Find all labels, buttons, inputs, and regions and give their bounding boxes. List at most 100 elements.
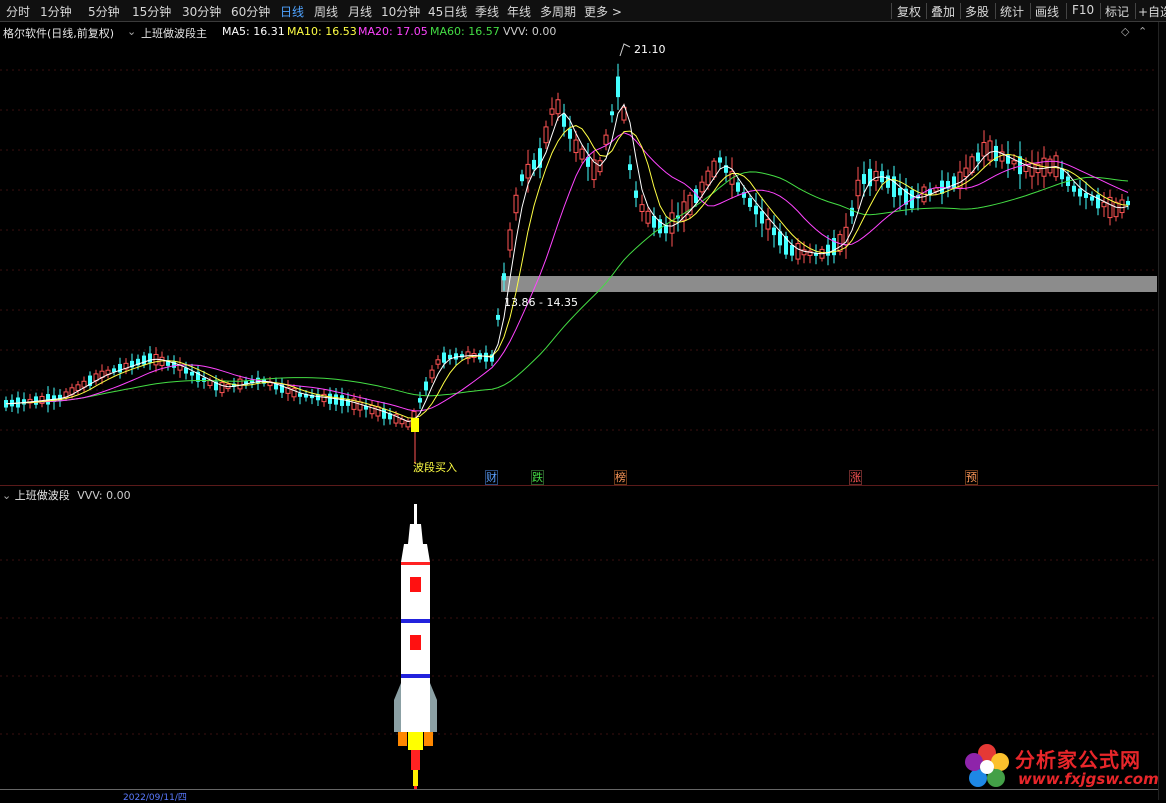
toolbar-divider <box>926 3 927 19</box>
period-tab-quarterly[interactable]: 季线 <box>475 3 499 20</box>
candle-body <box>765 219 771 230</box>
ma60-readout: MA60: 16.57 <box>430 25 500 38</box>
candle-body <box>748 198 752 207</box>
candle-body <box>405 420 411 428</box>
period-tab-weekly[interactable]: 周线 <box>314 3 338 20</box>
candle-body <box>555 99 561 115</box>
period-tab-15min[interactable]: 15分钟 <box>132 3 171 20</box>
candle-body <box>543 126 549 144</box>
candle-body <box>855 179 861 197</box>
toolbar-divider <box>1135 3 1136 19</box>
diamond-icon[interactable]: ◇ <box>1121 25 1129 38</box>
more-menu-button[interactable]: 更多 > <box>584 3 622 20</box>
candlestick-chart[interactable]: 21.10 13.86 - 14.35 波段买入 <box>0 40 1158 484</box>
candle-body <box>328 393 332 404</box>
f10-button[interactable]: F10 <box>1072 3 1094 17</box>
period-tab-30min[interactable]: 30分钟 <box>182 3 221 20</box>
flower-logo-icon <box>965 744 1009 787</box>
candle-body <box>873 170 879 182</box>
sub-indicator-name[interactable]: 上班做波段 <box>15 489 70 502</box>
candle-body <box>190 371 194 376</box>
candle-body <box>760 211 764 224</box>
candle-body <box>669 212 675 234</box>
candle-body <box>513 194 519 214</box>
toolbar-divider <box>960 3 961 19</box>
panel-divider[interactable] <box>0 485 1158 486</box>
event-marker-fall[interactable]: 跌 <box>529 470 546 485</box>
right-scrollbar[interactable] <box>1158 22 1166 800</box>
candle-body <box>1084 193 1088 198</box>
candle-body <box>976 152 980 162</box>
overlay-button[interactable]: 叠加 <box>931 3 955 20</box>
candle-body <box>496 314 500 320</box>
indicator-dropdown-icon[interactable]: ⌄ <box>127 25 136 38</box>
ma20-readout: MA20: 17.05 <box>358 25 428 38</box>
candle-body <box>963 167 969 178</box>
period-tab-10min[interactable]: 10分钟 <box>381 3 420 20</box>
candle-body <box>532 159 536 170</box>
toolbar-divider <box>1066 3 1067 19</box>
event-label: 跌 <box>531 470 544 485</box>
candle-body <box>369 404 375 415</box>
period-tab-60min[interactable]: 60分钟 <box>231 3 270 20</box>
candle-body <box>754 205 758 215</box>
add-favorite-button[interactable]: +自选 <box>1138 3 1166 20</box>
period-tab-1min[interactable]: 1分钟 <box>40 3 72 20</box>
candle-body <box>340 395 344 406</box>
event-marker-forecast[interactable]: 预 <box>963 470 980 485</box>
candle-body <box>1119 199 1125 214</box>
main-indicator-bar: 格尔软件(日线,前复权) ⌄ 上班做波段主 MA5: 16.31 MA10: 1… <box>0 23 1166 41</box>
candle-body <box>22 399 26 405</box>
toolbar-divider <box>1100 3 1101 19</box>
stock-title: 格尔软件(日线,前复权) <box>3 27 115 40</box>
period-tab-daily[interactable]: 日线 <box>280 3 304 20</box>
candle-body <box>418 398 422 403</box>
period-tab-5min[interactable]: 5分钟 <box>88 3 120 20</box>
candle-body <box>562 113 566 127</box>
period-tab-monthly[interactable]: 月线 <box>348 3 372 20</box>
candle-body <box>549 108 555 115</box>
candle-body <box>699 181 705 193</box>
candle-body <box>298 393 302 397</box>
ma10-readout: MA10: 16.53 <box>287 25 357 38</box>
candle-body <box>334 394 338 405</box>
sub-dropdown-icon[interactable]: ⌄ <box>2 489 11 502</box>
event-marker-list[interactable]: 榜 <box>612 470 629 485</box>
candle-body <box>952 176 956 189</box>
candle-body <box>1011 160 1017 165</box>
event-marker-rise[interactable]: 涨 <box>847 470 864 485</box>
period-tab-fenshi[interactable]: 分时 <box>6 3 30 20</box>
candle-body <box>981 142 987 157</box>
statistics-button[interactable]: 统计 <box>1000 3 1024 20</box>
period-tab-yearly[interactable]: 年线 <box>507 3 531 20</box>
candle-body <box>1090 196 1094 201</box>
candle-body <box>711 160 717 178</box>
event-marker-finance[interactable]: 财 <box>483 470 500 485</box>
candle-body <box>616 76 620 98</box>
candle-body <box>442 352 446 363</box>
buy-signal-marker <box>411 418 419 432</box>
candle-body <box>898 188 902 196</box>
period-tab-45day[interactable]: 45日线 <box>428 3 467 20</box>
watermark-url: www.fxjgsw.com <box>1018 770 1159 788</box>
period-tab-multi[interactable]: 多周期 <box>540 3 576 20</box>
draw-line-button[interactable]: 画线 <box>1035 3 1059 20</box>
candle-body <box>790 245 794 256</box>
adjust-button[interactable]: 复权 <box>897 3 921 20</box>
candle-body <box>219 382 225 394</box>
candle-body <box>1096 194 1100 209</box>
candle-body <box>1078 188 1082 197</box>
candle-body <box>502 273 506 281</box>
mark-button[interactable]: 标记 <box>1105 3 1129 20</box>
expand-icon[interactable]: ⌃ <box>1138 25 1147 38</box>
toolbar-divider <box>995 3 996 19</box>
candle-body <box>202 377 206 382</box>
candle-body <box>610 111 614 116</box>
candle-body <box>1113 201 1119 218</box>
candle-body <box>429 369 435 379</box>
candle-body <box>826 244 830 256</box>
watermark-title: 分析家公式网 <box>1015 748 1141 772</box>
multi-stock-button[interactable]: 多股 <box>965 3 989 20</box>
main-indicator-name[interactable]: 上班做波段主 <box>141 25 207 41</box>
cursor-date-label: 2022/09/11/四 <box>123 793 187 803</box>
